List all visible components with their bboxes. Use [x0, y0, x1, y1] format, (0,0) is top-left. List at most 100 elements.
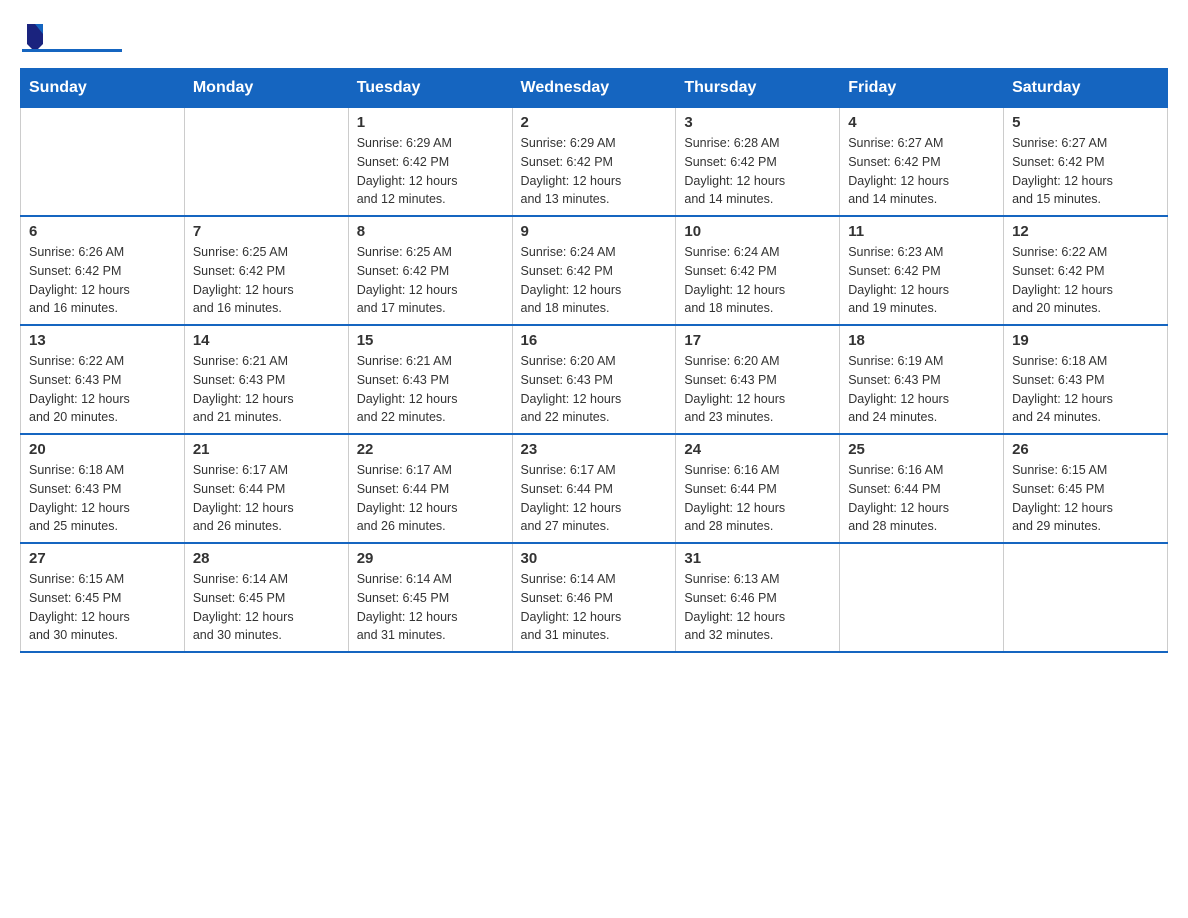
day-info: Sunrise: 6:14 AM Sunset: 6:46 PM Dayligh… — [521, 570, 668, 645]
calendar-cell: 17Sunrise: 6:20 AM Sunset: 6:43 PM Dayli… — [676, 325, 840, 434]
calendar-cell: 9Sunrise: 6:24 AM Sunset: 6:42 PM Daylig… — [512, 216, 676, 325]
day-number: 31 — [684, 550, 831, 567]
calendar-week-5: 27 Sunrise: 6:15 AM Sunset: 6:45 PM Dayli… — [21, 543, 1168, 652]
calendar-cell: 5 Sunrise: 6:27 AM Sunset: 6:42 PM Daylig… — [1004, 108, 1168, 217]
day-info: Sunrise: 6:18 AM Sunset: 6:43 PM Dayligh… — [29, 461, 176, 536]
day-info: Sunrise: 6:15 AM Sunset: 6:45 PM Dayligh… — [29, 570, 176, 645]
calendar-header-monday: Monday — [184, 69, 348, 108]
calendar-header-row: SundayMondayTuesdayWednesdayThursdayFrid… — [21, 69, 1168, 108]
logo — [20, 20, 122, 52]
day-number: 29 — [357, 550, 504, 567]
day-info: Sunrise: 6:13 AM Sunset: 6:46 PM Dayligh… — [684, 570, 831, 645]
day-number: 10 — [684, 223, 831, 240]
calendar-cell — [840, 543, 1004, 652]
day-number: 7 — [193, 223, 340, 240]
calendar-cell: 25 Sunrise: 6:16 AM Sunset: 6:44 PM Dayli… — [840, 434, 1004, 543]
calendar-cell: 6Sunrise: 6:26 AM Sunset: 6:42 PM Daylig… — [21, 216, 185, 325]
day-info: Sunrise: 6:20 AM Sunset: 6:43 PM Dayligh… — [521, 352, 668, 427]
day-number: 12 — [1012, 223, 1159, 240]
day-number: 15 — [357, 332, 504, 349]
day-number: 2 — [521, 114, 668, 131]
day-number: 28 — [193, 550, 340, 567]
calendar-cell: 8 Sunrise: 6:25 AM Sunset: 6:42 PM Daylig… — [348, 216, 512, 325]
day-info: Sunrise: 6:17 AM Sunset: 6:44 PM Dayligh… — [521, 461, 668, 536]
day-number: 26 — [1012, 441, 1159, 458]
calendar-week-4: 20 Sunrise: 6:18 AM Sunset: 6:43 PM Dayli… — [21, 434, 1168, 543]
calendar-cell: 3Sunrise: 6:28 AM Sunset: 6:42 PM Daylig… — [676, 108, 840, 217]
day-info: Sunrise: 6:17 AM Sunset: 6:44 PM Dayligh… — [193, 461, 340, 536]
day-number: 21 — [193, 441, 340, 458]
day-number: 4 — [848, 114, 995, 131]
calendar-cell: 7 Sunrise: 6:25 AM Sunset: 6:42 PM Daylig… — [184, 216, 348, 325]
calendar-cell: 29 Sunrise: 6:14 AM Sunset: 6:45 PM Dayli… — [348, 543, 512, 652]
day-number: 16 — [521, 332, 668, 349]
day-info: Sunrise: 6:22 AM Sunset: 6:43 PM Dayligh… — [29, 352, 176, 427]
calendar-cell: 11 Sunrise: 6:23 AM Sunset: 6:42 PM Dayli… — [840, 216, 1004, 325]
calendar-cell: 4 Sunrise: 6:27 AM Sunset: 6:42 PM Daylig… — [840, 108, 1004, 217]
day-info: Sunrise: 6:19 AM Sunset: 6:43 PM Dayligh… — [848, 352, 995, 427]
day-info: Sunrise: 6:25 AM Sunset: 6:42 PM Dayligh… — [193, 243, 340, 318]
day-number: 30 — [521, 550, 668, 567]
day-number: 13 — [29, 332, 176, 349]
calendar-cell: 10 Sunrise: 6:24 AM Sunset: 6:42 PM Dayli… — [676, 216, 840, 325]
calendar-cell: 26 Sunrise: 6:15 AM Sunset: 6:45 PM Dayli… — [1004, 434, 1168, 543]
calendar-cell — [1004, 543, 1168, 652]
calendar-cell: 19 Sunrise: 6:18 AM Sunset: 6:43 PM Dayli… — [1004, 325, 1168, 434]
day-number: 9 — [521, 223, 668, 240]
day-number: 18 — [848, 332, 995, 349]
calendar-header-sunday: Sunday — [21, 69, 185, 108]
calendar-week-2: 6Sunrise: 6:26 AM Sunset: 6:42 PM Daylig… — [21, 216, 1168, 325]
day-info: Sunrise: 6:21 AM Sunset: 6:43 PM Dayligh… — [357, 352, 504, 427]
calendar-cell: 22Sunrise: 6:17 AM Sunset: 6:44 PM Dayli… — [348, 434, 512, 543]
day-number: 14 — [193, 332, 340, 349]
day-number: 27 — [29, 550, 176, 567]
calendar-cell: 1 Sunrise: 6:29 AM Sunset: 6:42 PM Daylig… — [348, 108, 512, 217]
calendar-cell: 23 Sunrise: 6:17 AM Sunset: 6:44 PM Dayli… — [512, 434, 676, 543]
day-info: Sunrise: 6:18 AM Sunset: 6:43 PM Dayligh… — [1012, 352, 1159, 427]
calendar-cell: 27 Sunrise: 6:15 AM Sunset: 6:45 PM Dayli… — [21, 543, 185, 652]
day-info: Sunrise: 6:25 AM Sunset: 6:42 PM Dayligh… — [357, 243, 504, 318]
day-info: Sunrise: 6:22 AM Sunset: 6:42 PM Dayligh… — [1012, 243, 1159, 318]
day-number: 19 — [1012, 332, 1159, 349]
calendar-cell: 12 Sunrise: 6:22 AM Sunset: 6:42 PM Dayli… — [1004, 216, 1168, 325]
day-number: 20 — [29, 441, 176, 458]
calendar-cell: 14 Sunrise: 6:21 AM Sunset: 6:43 PM Dayli… — [184, 325, 348, 434]
calendar-header-tuesday: Tuesday — [348, 69, 512, 108]
day-number: 5 — [1012, 114, 1159, 131]
day-info: Sunrise: 6:14 AM Sunset: 6:45 PM Dayligh… — [193, 570, 340, 645]
calendar-header-wednesday: Wednesday — [512, 69, 676, 108]
calendar-cell: 2 Sunrise: 6:29 AM Sunset: 6:42 PM Daylig… — [512, 108, 676, 217]
calendar-header-saturday: Saturday — [1004, 69, 1168, 108]
day-info: Sunrise: 6:29 AM Sunset: 6:42 PM Dayligh… — [521, 134, 668, 209]
calendar-cell — [21, 108, 185, 217]
calendar-week-1: 1 Sunrise: 6:29 AM Sunset: 6:42 PM Daylig… — [21, 108, 1168, 217]
day-info: Sunrise: 6:23 AM Sunset: 6:42 PM Dayligh… — [848, 243, 995, 318]
day-number: 25 — [848, 441, 995, 458]
day-info: Sunrise: 6:16 AM Sunset: 6:44 PM Dayligh… — [684, 461, 831, 536]
calendar-cell: 18 Sunrise: 6:19 AM Sunset: 6:43 PM Dayli… — [840, 325, 1004, 434]
day-number: 6 — [29, 223, 176, 240]
calendar-cell: 30 Sunrise: 6:14 AM Sunset: 6:46 PM Dayli… — [512, 543, 676, 652]
calendar-cell: 15 Sunrise: 6:21 AM Sunset: 6:43 PM Dayli… — [348, 325, 512, 434]
day-info: Sunrise: 6:14 AM Sunset: 6:45 PM Dayligh… — [357, 570, 504, 645]
calendar-cell: 16 Sunrise: 6:20 AM Sunset: 6:43 PM Dayli… — [512, 325, 676, 434]
day-number: 22 — [357, 441, 504, 458]
day-number: 8 — [357, 223, 504, 240]
calendar-header-thursday: Thursday — [676, 69, 840, 108]
calendar-cell: 31 Sunrise: 6:13 AM Sunset: 6:46 PM Dayli… — [676, 543, 840, 652]
day-number: 1 — [357, 114, 504, 131]
day-info: Sunrise: 6:27 AM Sunset: 6:42 PM Dayligh… — [848, 134, 995, 209]
day-info: Sunrise: 6:24 AM Sunset: 6:42 PM Dayligh… — [684, 243, 831, 318]
day-info: Sunrise: 6:29 AM Sunset: 6:42 PM Dayligh… — [357, 134, 504, 209]
day-number: 17 — [684, 332, 831, 349]
day-info: Sunrise: 6:15 AM Sunset: 6:45 PM Dayligh… — [1012, 461, 1159, 536]
day-number: 11 — [848, 223, 995, 240]
calendar-cell — [184, 108, 348, 217]
day-info: Sunrise: 6:16 AM Sunset: 6:44 PM Dayligh… — [848, 461, 995, 536]
day-info: Sunrise: 6:27 AM Sunset: 6:42 PM Dayligh… — [1012, 134, 1159, 209]
calendar-week-3: 13 Sunrise: 6:22 AM Sunset: 6:43 PM Dayli… — [21, 325, 1168, 434]
calendar-table: SundayMondayTuesdayWednesdayThursdayFrid… — [20, 68, 1168, 653]
day-number: 23 — [521, 441, 668, 458]
day-info: Sunrise: 6:21 AM Sunset: 6:43 PM Dayligh… — [193, 352, 340, 427]
day-info: Sunrise: 6:28 AM Sunset: 6:42 PM Dayligh… — [684, 134, 831, 209]
